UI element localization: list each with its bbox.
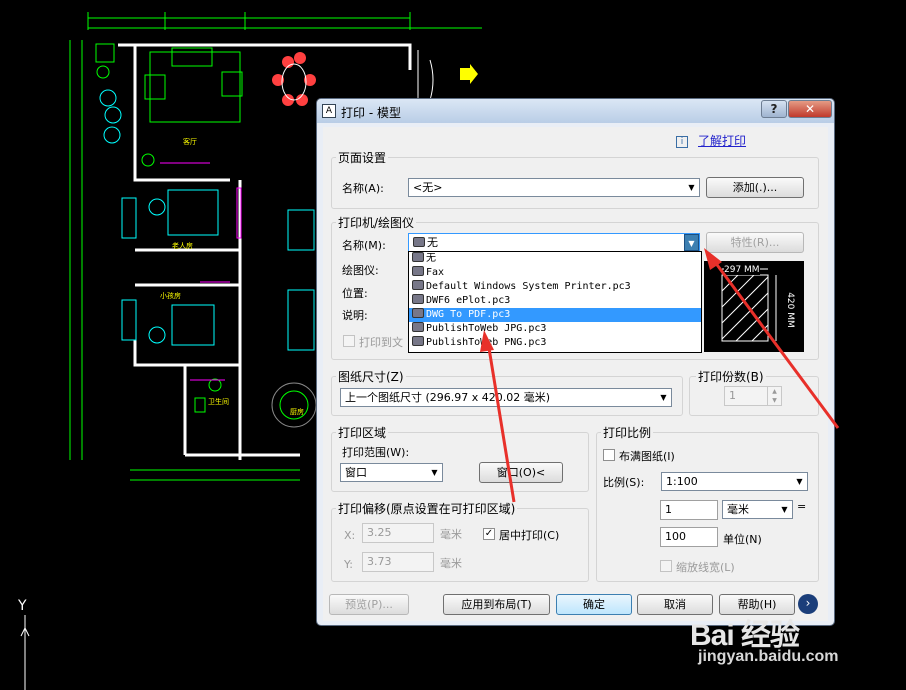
printer-icon (413, 237, 425, 247)
scale-select[interactable]: 1:100 ▼ (661, 472, 808, 491)
description-label: 说明: (342, 309, 368, 322)
printer-icon (412, 266, 424, 276)
paper-preview: 297 MM 420 MM (704, 261, 804, 352)
cad-label-living-room: 客厅 (183, 137, 197, 146)
dialog-title: 打印 - 模型 (341, 106, 401, 120)
baidu-watermark-url: jingyan.baidu.com (698, 648, 839, 665)
fit-to-paper-label: 布满图纸(I) (619, 450, 675, 463)
print-to-file-label: 打印到文 (359, 336, 403, 349)
printer-option[interactable]: Default Windows System Printer.pc3 (409, 280, 701, 294)
plot-range-select[interactable]: 窗口 ▼ (340, 463, 443, 482)
spin-down-icon[interactable]: ▼ (767, 396, 781, 405)
chevron-down-icon[interactable]: ▼ (777, 501, 792, 518)
preview-button[interactable]: 预览(P)... (329, 594, 409, 615)
scale-drawing-units-input[interactable]: 100 (660, 527, 718, 547)
scale-label: 比例(S): (603, 476, 645, 489)
autocad-app-icon: A (322, 104, 336, 118)
cad-axis-y-label: Y (17, 598, 27, 614)
fit-to-paper-checkbox[interactable] (603, 449, 615, 461)
offset-y-label: Y: (344, 558, 353, 571)
offset-y-input[interactable]: 3.73 (362, 552, 434, 572)
chevron-down-icon[interactable]: ▼ (684, 179, 699, 196)
plot-scale-legend: 打印比例 (601, 424, 654, 441)
printer-option[interactable]: PublishToWeb JPG.pc3 (409, 322, 701, 336)
printer-name-select[interactable]: 无 ▼ (408, 233, 700, 252)
spin-up-icon[interactable]: ▲ (767, 387, 781, 396)
scale-lineweights-label: 缩放线宽(L) (676, 561, 735, 574)
chevron-down-icon[interactable]: ▼ (427, 464, 442, 481)
printer-legend: 打印机/绘图仪 (336, 214, 417, 231)
dialog-titlebar[interactable]: A 打印 - 模型 ? ✕ (317, 99, 834, 123)
center-plot-label: 居中打印(C) (499, 529, 560, 542)
chevron-down-icon[interactable]: ▼ (792, 473, 807, 490)
scale-paper-units-input[interactable]: 1 (660, 500, 718, 520)
cad-label-kitchen: 厨房 (290, 407, 304, 416)
preview-width-label: 297 MM (724, 265, 760, 275)
printer-icon (412, 294, 424, 304)
copies-legend: 打印份数(B) (696, 368, 766, 385)
close-icon[interactable]: ✕ (788, 100, 832, 118)
scale-equals-sign: = (797, 500, 807, 513)
learn-printing-link[interactable]: 了解打印 (698, 132, 746, 149)
plotter-label: 绘图仪: (342, 264, 379, 277)
plot-area-legend: 打印区域 (336, 424, 389, 441)
page-setup-name-value: <无> (413, 181, 443, 194)
paper-size-value: 上一个图纸尺寸 (296.97 x 420.02 毫米) (345, 391, 551, 404)
plot-range-value: 窗口 (345, 466, 367, 479)
printer-icon (412, 252, 424, 262)
plot-offset-legend: 打印偏移(原点设置在可打印区域) (336, 500, 518, 517)
add-page-setup-button[interactable]: 添加(.)... (706, 177, 804, 198)
window-pick-button[interactable]: 窗口(O)< (479, 462, 563, 483)
cad-label-small-bedroom: 小孩房 (160, 291, 181, 300)
titlebar-help-button[interactable]: ? (761, 100, 787, 118)
scale-units-select[interactable]: 毫米 ▼ (722, 500, 793, 519)
paper-size-legend: 图纸尺寸(Z) (336, 368, 406, 385)
printer-properties-button[interactable]: 特性(R)... (706, 232, 804, 253)
printer-name-value: 无 (427, 236, 438, 249)
printer-option[interactable]: PublishToWeb PNG.pc3 (409, 336, 701, 350)
printer-option[interactable]: Fax (409, 266, 701, 280)
printer-dropdown-list[interactable]: 无 Fax Default Windows System Printer.pc3… (408, 251, 702, 353)
offset-x-input[interactable]: 3.25 (362, 523, 434, 543)
cad-label-bathroom: 卫生间 (208, 397, 229, 406)
page-setup-legend: 页面设置 (336, 149, 389, 166)
printer-icon (412, 322, 424, 332)
offset-x-label: X: (344, 529, 356, 542)
ok-button[interactable]: 确定 (556, 594, 632, 615)
scale-lineweights-checkbox[interactable] (660, 560, 672, 572)
center-plot-checkbox[interactable]: ✓ (483, 528, 495, 540)
plot-range-label: 打印范围(W): (342, 446, 410, 459)
copies-value: 1 (729, 389, 736, 402)
printer-option[interactable]: DWF6 ePlot.pc3 (409, 294, 701, 308)
info-icon: i (676, 136, 688, 148)
printer-option-selected[interactable]: DWG To PDF.pc3 (409, 308, 701, 322)
preview-height-label: 420 MM (784, 292, 795, 328)
page-setup-name-label: 名称(A): (342, 182, 384, 195)
offset-y-unit: 毫米 (440, 557, 462, 570)
page-setup-name-select[interactable]: <无> ▼ (408, 178, 700, 197)
scale-value: 1:100 (666, 475, 698, 488)
offset-x-unit: 毫米 (440, 528, 462, 541)
printer-option[interactable]: 无 (409, 252, 701, 266)
print-to-file-checkbox[interactable] (343, 335, 355, 347)
location-label: 位置: (342, 287, 368, 300)
printer-icon (412, 336, 424, 346)
printer-name-label: 名称(M): (342, 239, 386, 252)
chevron-down-icon[interactable]: ▼ (656, 389, 671, 406)
scale-drawing-units-label: 单位(N) (723, 533, 762, 546)
copies-spinner[interactable]: 1 ▲ ▼ (724, 386, 782, 406)
printer-icon (412, 280, 424, 290)
expand-options-icon[interactable]: › (798, 594, 818, 614)
chevron-down-icon[interactable]: ▼ (684, 234, 699, 251)
printer-icon (412, 308, 424, 318)
paper-size-select[interactable]: 上一个图纸尺寸 (296.97 x 420.02 毫米) ▼ (340, 388, 672, 407)
scale-units-value: 毫米 (727, 503, 749, 516)
apply-to-layout-button[interactable]: 应用到布局(T) (443, 594, 550, 615)
cad-label-master-bedroom: 老人房 (172, 241, 193, 250)
